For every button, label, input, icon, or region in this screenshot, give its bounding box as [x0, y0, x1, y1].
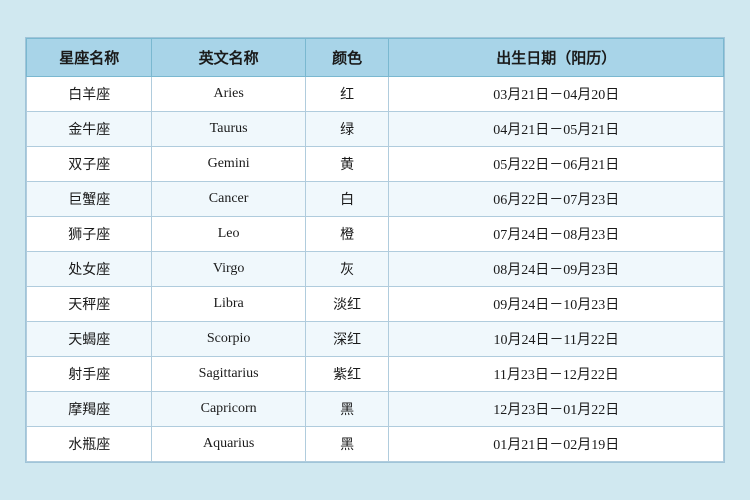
- cell-en: Aries: [152, 77, 305, 112]
- cell-zh: 摩羯座: [27, 392, 152, 427]
- cell-zh: 射手座: [27, 357, 152, 392]
- cell-en: Gemini: [152, 147, 305, 182]
- cell-date: 09月24日－10月23日: [389, 287, 724, 322]
- cell-date: 12月23日－01月22日: [389, 392, 724, 427]
- cell-zh: 狮子座: [27, 217, 152, 252]
- table-header-row: 星座名称 英文名称 颜色 出生日期（阳历）: [27, 39, 724, 77]
- zodiac-table-wrapper: 星座名称 英文名称 颜色 出生日期（阳历） 白羊座Aries红03月21日－04…: [25, 37, 725, 463]
- table-row: 水瓶座Aquarius黑01月21日－02月19日: [27, 427, 724, 462]
- table-row: 金牛座Taurus绿04月21日－05月21日: [27, 112, 724, 147]
- cell-en: Libra: [152, 287, 305, 322]
- cell-zh: 天蝎座: [27, 322, 152, 357]
- cell-zh: 巨蟹座: [27, 182, 152, 217]
- cell-date: 07月24日－08月23日: [389, 217, 724, 252]
- cell-zh: 水瓶座: [27, 427, 152, 462]
- cell-color: 绿: [305, 112, 389, 147]
- cell-color: 黑: [305, 392, 389, 427]
- table-body: 白羊座Aries红03月21日－04月20日金牛座Taurus绿04月21日－0…: [27, 77, 724, 462]
- cell-date: 06月22日－07月23日: [389, 182, 724, 217]
- cell-color: 深红: [305, 322, 389, 357]
- table-row: 巨蟹座Cancer白06月22日－07月23日: [27, 182, 724, 217]
- cell-date: 03月21日－04月20日: [389, 77, 724, 112]
- cell-color: 红: [305, 77, 389, 112]
- cell-date: 01月21日－02月19日: [389, 427, 724, 462]
- header-en: 英文名称: [152, 39, 305, 77]
- table-row: 天秤座Libra淡红09月24日－10月23日: [27, 287, 724, 322]
- table-row: 天蝎座Scorpio深红10月24日－11月22日: [27, 322, 724, 357]
- zodiac-table: 星座名称 英文名称 颜色 出生日期（阳历） 白羊座Aries红03月21日－04…: [26, 38, 724, 462]
- cell-color: 淡红: [305, 287, 389, 322]
- table-row: 射手座Sagittarius紫红11月23日－12月22日: [27, 357, 724, 392]
- cell-color: 白: [305, 182, 389, 217]
- cell-date: 04月21日－05月21日: [389, 112, 724, 147]
- table-row: 处女座Virgo灰08月24日－09月23日: [27, 252, 724, 287]
- cell-zh: 处女座: [27, 252, 152, 287]
- header-color: 颜色: [305, 39, 389, 77]
- cell-date: 10月24日－11月22日: [389, 322, 724, 357]
- table-row: 摩羯座Capricorn黑12月23日－01月22日: [27, 392, 724, 427]
- cell-en: Sagittarius: [152, 357, 305, 392]
- table-row: 白羊座Aries红03月21日－04月20日: [27, 77, 724, 112]
- cell-date: 08月24日－09月23日: [389, 252, 724, 287]
- cell-en: Leo: [152, 217, 305, 252]
- cell-color: 橙: [305, 217, 389, 252]
- cell-en: Taurus: [152, 112, 305, 147]
- header-zh: 星座名称: [27, 39, 152, 77]
- cell-zh: 金牛座: [27, 112, 152, 147]
- cell-date: 11月23日－12月22日: [389, 357, 724, 392]
- table-row: 狮子座Leo橙07月24日－08月23日: [27, 217, 724, 252]
- cell-en: Capricorn: [152, 392, 305, 427]
- cell-date: 05月22日－06月21日: [389, 147, 724, 182]
- cell-color: 灰: [305, 252, 389, 287]
- cell-en: Cancer: [152, 182, 305, 217]
- cell-color: 黑: [305, 427, 389, 462]
- cell-zh: 白羊座: [27, 77, 152, 112]
- cell-color: 黄: [305, 147, 389, 182]
- header-date: 出生日期（阳历）: [389, 39, 724, 77]
- cell-color: 紫红: [305, 357, 389, 392]
- cell-zh: 双子座: [27, 147, 152, 182]
- cell-zh: 天秤座: [27, 287, 152, 322]
- cell-en: Scorpio: [152, 322, 305, 357]
- table-row: 双子座Gemini黄05月22日－06月21日: [27, 147, 724, 182]
- cell-en: Aquarius: [152, 427, 305, 462]
- cell-en: Virgo: [152, 252, 305, 287]
